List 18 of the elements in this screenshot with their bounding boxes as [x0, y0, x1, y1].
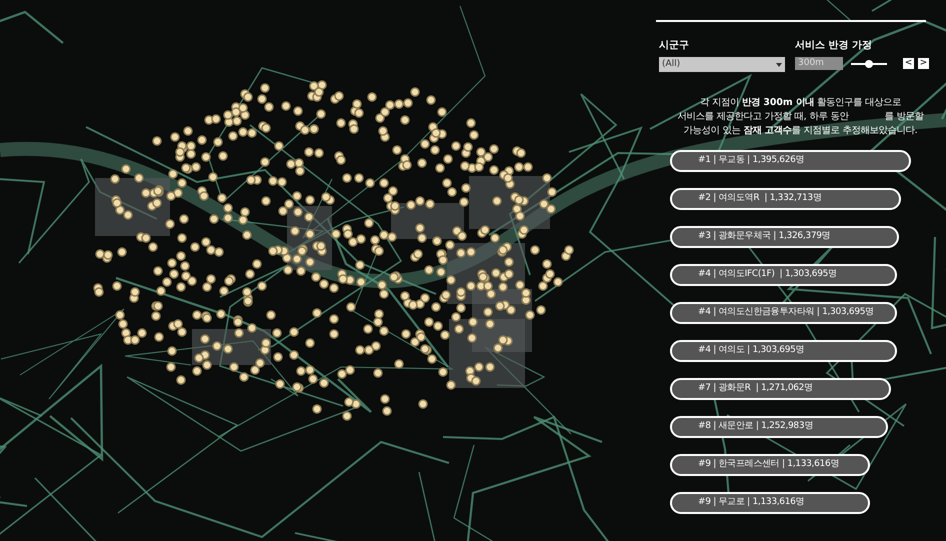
ranking-bar[interactable]: #2 | 여의도역R | 1,332,713명: [670, 188, 901, 210]
ranking-bar[interactable]: #1 | 무교동 | 1,395,626명: [670, 150, 911, 172]
radius-slider[interactable]: [865, 60, 873, 68]
ranking-bar[interactable]: #8 | 새문안로 | 1,252,983명: [670, 416, 888, 438]
next-button[interactable]: >: [918, 58, 929, 69]
ranking-bar[interactable]: #9 | 무교로 | 1,133,616명: [670, 492, 870, 514]
ranking-bar[interactable]: #4 | 여의도 | 1,303,695명: [670, 340, 898, 362]
radius-label: 서비스 반경 가정: [795, 39, 873, 53]
ranking-bar[interactable]: #7 | 광화문R | 1,271,062명: [670, 378, 891, 400]
ranking-bar[interactable]: #4 | 여의도신한금융투자타워 | 1,303,695명: [670, 302, 898, 324]
ranking-bar[interactable]: #4 | 여의도IFC(1F) | 1,303,695명: [670, 264, 898, 286]
ranking-bar[interactable]: #9 | 한국프레스센터 | 1,133,616명: [670, 454, 870, 476]
district-dropdown[interactable]: (All): [659, 57, 785, 72]
ranking-bar[interactable]: #3 | 광화문우체국 | 1,326,379명: [670, 226, 899, 248]
district-label: 시군구: [659, 39, 690, 53]
caret-icon: [776, 62, 782, 66]
description-text: 각 지점이 반경 300m 이내 활동인구를 대상으로 서비스를 제공한다고 가정할 때, 하루 동안 를 방문할 가능성이 있는 잠재 고객수를 지점별로 추정해보았습니다.: [676, 96, 925, 138]
previous-button[interactable]: <: [903, 58, 914, 69]
